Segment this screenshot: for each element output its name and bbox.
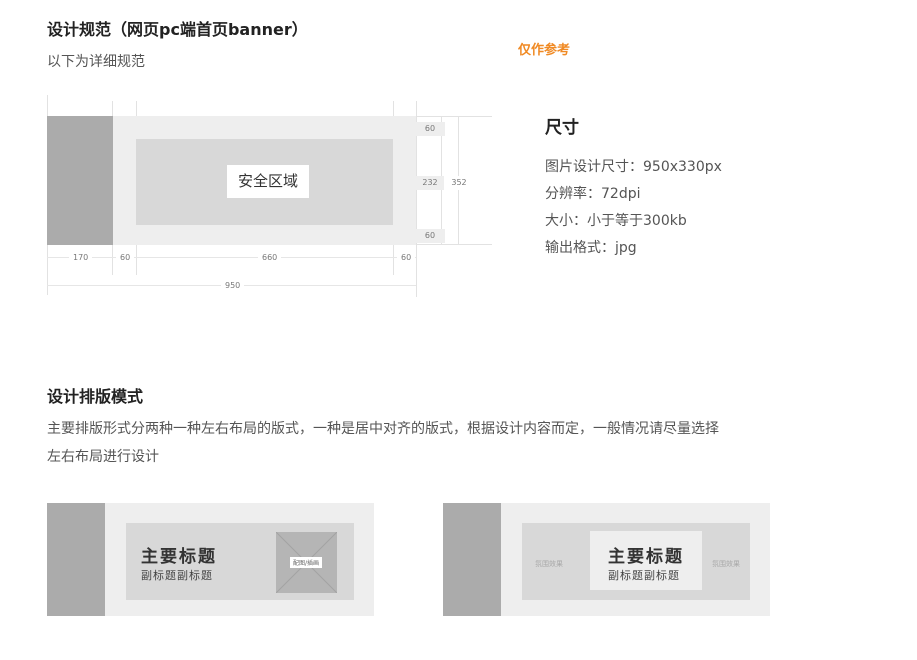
layout-example-centered: 氛围效果 主要标题 副标题副标题 氛围效果 — [443, 503, 770, 616]
dimension-label: 60 — [397, 253, 416, 263]
left-image-area — [47, 116, 113, 245]
dimension-label: 352 — [444, 176, 474, 190]
spec-list: 图片设计尺寸：950x330px 分辨率：72dpi 大小：小于等于300kb … — [545, 157, 722, 258]
section-title-layout: 设计排版模式 — [47, 387, 144, 406]
layout-description-line1: 主要排版形式分两种一种左右布局的版式，一种是居中对齐的版式，根据设计内容而定，一… — [47, 421, 719, 437]
dimension-label: 950 — [221, 281, 245, 291]
dimension-label: 232 — [415, 176, 445, 190]
spec-resolution: 分辨率：72dpi — [545, 186, 641, 202]
atmosphere-label-right: 氛围效果 — [712, 560, 740, 568]
content-area: 氛围效果 主要标题 副标题副标题 氛围效果 — [522, 523, 750, 600]
example-main-title: 主要标题 — [608, 547, 684, 567]
left-image-area — [443, 503, 501, 616]
safe-zone: 安全区域 — [136, 139, 393, 225]
spec-filesize: 大小：小于等于300kb — [545, 213, 687, 229]
spec-heading: 尺寸 — [545, 118, 579, 138]
example-sub-title: 副标题副标题 — [608, 569, 680, 582]
centered-text-box: 主要标题 副标题副标题 — [590, 531, 702, 590]
safe-zone-label: 安全区域 — [227, 165, 309, 198]
dimension-label: 60 — [116, 253, 135, 263]
spec-format: 输出格式：jpg — [545, 240, 637, 256]
dimension-label: 60 — [415, 122, 445, 136]
spec-size: 图片设计尺寸：950x330px — [545, 159, 722, 175]
illustration-label: 配图/插画 — [290, 557, 323, 568]
atmosphere-label-left: 氛围效果 — [535, 560, 563, 568]
example-sub-title: 副标题副标题 — [141, 569, 213, 582]
dimension-line — [47, 257, 416, 258]
dimension-label: 170 — [69, 253, 93, 263]
dimension-label: 660 — [258, 253, 282, 263]
layout-example-left-right: 主要标题 副标题副标题 配图/插画 — [47, 503, 374, 616]
illustration-placeholder: 配图/插画 — [276, 532, 337, 593]
dimension-label: 60 — [415, 229, 445, 243]
left-image-area — [47, 503, 105, 616]
layout-description-line2: 左右布局进行设计 — [47, 449, 159, 465]
example-main-title: 主要标题 — [141, 547, 217, 567]
banner-spec-diagram: 安全区域 170 60 660 60 950 60 232 60 352 — [0, 0, 917, 320]
content-area: 主要标题 副标题副标题 配图/插画 — [126, 523, 354, 600]
